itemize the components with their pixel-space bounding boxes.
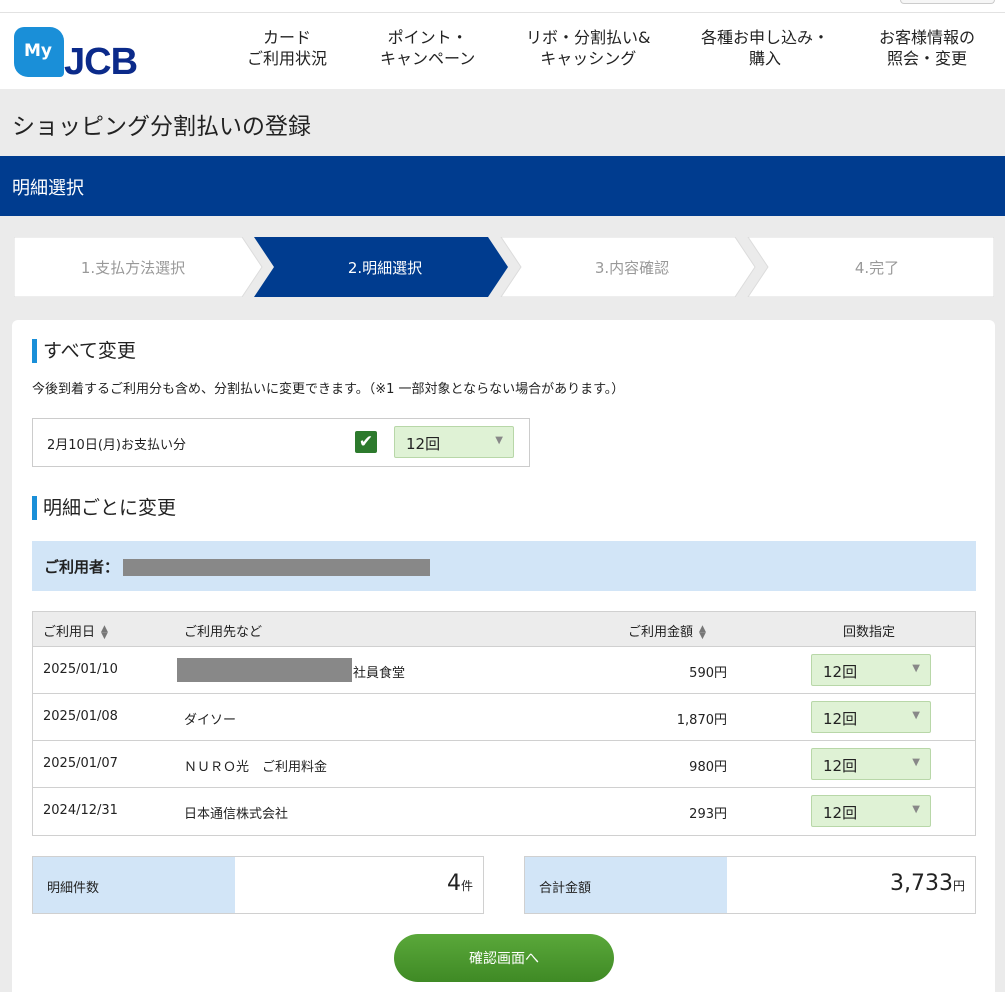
table-header: ご利用日 ▲ ▼ ご利用先など ご利用金額 ▲ ▼ 回数指定	[33, 612, 975, 647]
row-merchant: 日本通信株式会社	[184, 807, 289, 822]
sort-icon: ▲ ▼	[699, 623, 706, 641]
chevron-down-icon: ▼	[912, 804, 920, 815]
row-amount: 980円	[689, 760, 727, 775]
redacted-merchant-prefix	[177, 658, 352, 682]
check-icon: ✔	[358, 432, 374, 452]
chevron-down-icon: ▼	[912, 757, 920, 768]
row-installments-select[interactable]: 12回 ▼	[811, 795, 931, 827]
item-count-unit: 件	[460, 879, 473, 893]
all-change-heading: すべて変更	[32, 339, 136, 363]
nav-label: ポイント・	[387, 28, 468, 47]
row-date: 2024/12/31	[43, 803, 118, 818]
item-count-box: 明細件数 4件	[32, 856, 484, 914]
nav-points-campaign[interactable]: ポイント・ キャンペーン	[380, 27, 475, 69]
step-3-confirm: 3.内容確認	[594, 258, 670, 277]
table-row: 2025/01/10 社員食堂 590円 12回 ▼	[33, 647, 975, 694]
card-user-bar: ご利用者：	[32, 541, 976, 591]
row-installments-select[interactable]: 12回 ▼	[811, 701, 931, 733]
all-installments-select[interactable]: 12回 ▼	[394, 426, 514, 458]
row-merchant: 社員食堂	[353, 666, 406, 681]
confirm-screen-button[interactable]: 確認画面へ	[394, 934, 614, 982]
chevron-down-icon: ▼	[495, 435, 503, 446]
table-row: 2024/12/31 日本通信株式会社 293円 12回 ▼	[33, 788, 975, 835]
myjcb-logo[interactable]: My JCB	[14, 27, 174, 83]
row-merchant: ＮＵＲＯ光 ご利用料金	[184, 760, 328, 775]
nav-label: キャンペーン	[380, 49, 476, 68]
progress-steps: 1.支払方法選択 2.明細選択 3.内容確認 4.完了	[14, 237, 994, 297]
chevron-down-icon: ▼	[912, 663, 920, 674]
total-amount-value: 3,733	[890, 871, 953, 896]
item-count-value-wrap: 4件	[447, 871, 473, 896]
nav-label: 各種お申し込み・	[701, 28, 830, 47]
select-value: 12回	[823, 757, 858, 775]
logo-jcb-text: JCB	[64, 41, 138, 83]
nav-label: ご利用状況	[247, 49, 328, 68]
total-amount-box: 合計金額 3,733円	[524, 856, 976, 914]
row-date: 2025/01/07	[43, 756, 118, 771]
nav-revo-installment[interactable]: リボ・分割払い& キャッシング	[526, 27, 650, 69]
section-title: 明細選択	[12, 178, 84, 199]
nav-card-usage[interactable]: カード ご利用状況	[247, 27, 327, 69]
select-value: 12回	[823, 710, 858, 728]
chevron-down-icon: ▼	[912, 710, 920, 721]
item-count-value: 4	[446, 871, 461, 896]
transactions-table: ご利用日 ▲ ▼ ご利用先など ご利用金額 ▲ ▼ 回数指定 2025/01/10 社員…	[32, 611, 976, 836]
row-amount: 293円	[689, 807, 727, 822]
sort-icon: ▲ ▼	[101, 623, 108, 641]
nav-label: リボ・分割払い&	[526, 28, 651, 47]
step-1-payment-method: 1.支払方法選択	[80, 258, 186, 277]
card-user-label: ご利用者：	[44, 558, 120, 576]
step-2-item-select: 2.明細選択	[347, 258, 423, 277]
nav-label: 購入	[749, 49, 782, 68]
select-value: 12回	[823, 804, 858, 822]
step-4-complete: 4.完了	[854, 258, 900, 277]
row-installments-select[interactable]: 12回 ▼	[811, 748, 931, 780]
payment-date-label: 2月10日(月)お支払い分	[47, 438, 186, 453]
site-header: My JCB カード ご利用状況 ポイント・ キャンペーン リボ・分割払い& キ…	[0, 13, 1005, 89]
all-change-box: 2月10日(月)お支払い分 ✔ 12回 ▼	[32, 418, 530, 467]
row-date: 2025/01/10	[43, 662, 118, 677]
nav-label: お客様情報の	[879, 28, 976, 47]
header-amount[interactable]: ご利用金額 ▲ ▼	[628, 621, 706, 640]
select-value: 12回	[406, 435, 441, 453]
table-row: 2025/01/07 ＮＵＲＯ光 ご利用料金 980円 12回 ▼	[33, 741, 975, 788]
header-date[interactable]: ご利用日 ▲ ▼	[43, 621, 108, 640]
nav-label: キャッシング	[540, 49, 637, 68]
nav-label: カード	[263, 28, 312, 47]
select-value: 12回	[823, 663, 858, 681]
row-merchant: ダイソー	[184, 713, 237, 728]
page-title: ショッピング分割払いの登録	[12, 114, 311, 140]
nav-customer-info[interactable]: お客様情報の 照会・変更	[879, 27, 975, 69]
row-installments-select[interactable]: 12回 ▼	[811, 654, 931, 686]
utility-tab[interactable]	[900, 0, 995, 4]
row-amount: 590円	[689, 666, 727, 681]
per-item-heading: 明細ごとに変更	[32, 496, 176, 520]
total-amount-label: 合計金額	[525, 857, 727, 913]
top-utility-bar	[0, 0, 1005, 13]
page-title-band: ショッピング分割払いの登録	[0, 89, 1005, 156]
table-row: 2025/01/08 ダイソー 1,870円 12回 ▼	[33, 694, 975, 741]
row-amount: 1,870円	[676, 713, 727, 728]
header-installments: 回数指定	[843, 625, 896, 640]
row-date: 2025/01/08	[43, 709, 118, 724]
nav-label: 照会・変更	[887, 49, 968, 68]
all-change-checkbox[interactable]: ✔	[355, 431, 377, 453]
total-amount-unit: 円	[952, 879, 965, 893]
logo-my-mark: My	[14, 27, 64, 77]
section-title-band: 明細選択	[0, 156, 1005, 216]
nav-applications[interactable]: 各種お申し込み・ 購入	[701, 27, 829, 69]
header-label: ご利用日	[43, 625, 96, 640]
item-count-label: 明細件数	[33, 857, 235, 913]
all-change-note: 今後到着するご利用分も含め、分割払いに変更できます。（※1 一部対象とならない場…	[32, 382, 625, 397]
header-label: ご利用金額	[628, 625, 694, 640]
redacted-user-name	[123, 559, 430, 576]
header-merchant: ご利用先など	[184, 625, 263, 640]
total-amount-value-wrap: 3,733円	[890, 871, 965, 896]
global-nav: カード ご利用状況 ポイント・ キャンペーン リボ・分割払い& キャッシング 各…	[225, 13, 1005, 89]
progress-steps-area: 1.支払方法選択 2.明細選択 3.内容確認 4.完了	[0, 216, 1005, 320]
